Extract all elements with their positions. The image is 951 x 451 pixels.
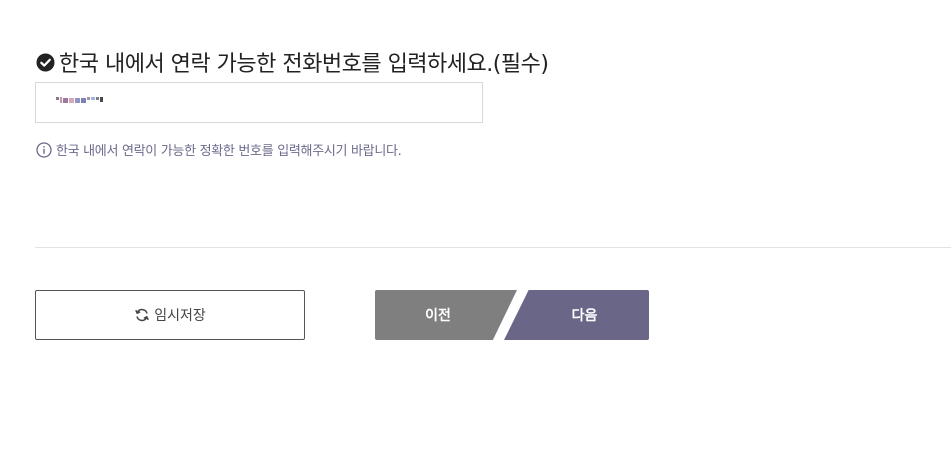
refresh-icon — [134, 307, 150, 323]
next-button[interactable]: 다음 — [504, 290, 649, 340]
question-text: 한국 내에서 연락 가능한 전화번호를 입력하세요.(필수) — [59, 52, 549, 77]
hint-text: 한국 내에서 연락이 가능한 정확한 번호를 입력해주시기 바랍니다. — [56, 144, 402, 159]
prev-label: 이전 — [425, 308, 451, 324]
section-divider — [35, 247, 951, 248]
info-icon — [36, 141, 52, 158]
check-circle-icon — [36, 53, 55, 72]
hint-message: 한국 내에서 연락이 가능한 정확한 번호를 입력해주시기 바랍니다. — [36, 140, 402, 159]
next-label: 다음 — [571, 308, 598, 324]
masked-phone-value — [56, 94, 103, 106]
form-page: 한국 내에서 연락 가능한 전화번호를 입력하세요.(필수) 한국 내에서 연락… — [0, 0, 951, 451]
navigation-buttons: 이전 다음 — [375, 290, 649, 340]
temp-save-label: 임시저장 — [154, 308, 206, 324]
temp-save-button[interactable]: 임시저장 — [35, 290, 305, 340]
question-heading: 한국 내에서 연락 가능한 전화번호를 입력하세요.(필수) — [36, 46, 549, 78]
prev-button[interactable]: 이전 — [375, 290, 517, 340]
